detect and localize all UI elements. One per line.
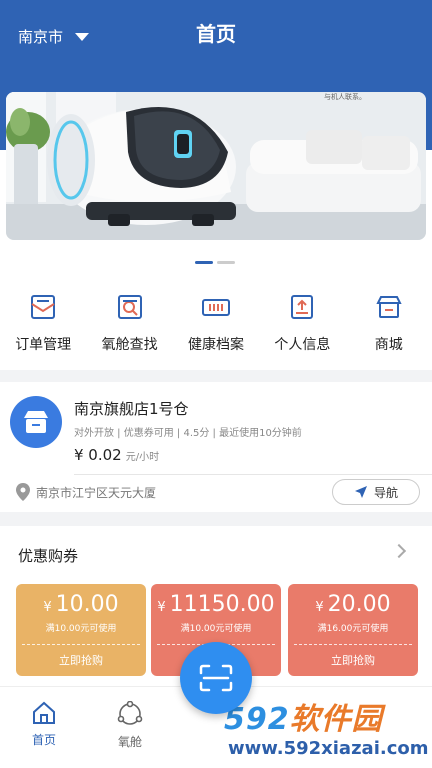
- coupon-amount: ¥11150.00: [157, 592, 275, 617]
- menu-item-cabin-search[interactable]: 氧舱查找: [87, 288, 173, 368]
- menu-item-health-record[interactable]: 健康档案: [173, 288, 259, 368]
- coupon-section-title: 优惠购券: [18, 547, 79, 565]
- navigate-label: 导航: [373, 485, 398, 500]
- coupon-grab-button[interactable]: 立即抢购: [288, 652, 418, 668]
- menu-label: 个人信息: [274, 337, 331, 353]
- shop-icon: [376, 296, 402, 318]
- tab-home[interactable]: 首页: [14, 701, 74, 748]
- coupon-condition: 满10.00元可使用: [45, 624, 117, 634]
- navigation-arrow-icon: [354, 486, 367, 498]
- carousel-dot[interactable]: [195, 261, 213, 264]
- carousel-indicator: [195, 261, 235, 264]
- store-icon: [24, 411, 48, 433]
- store-price: ¥ 0.02 元/小时: [74, 446, 159, 464]
- banner-caption: 与机人联系。: [324, 93, 366, 101]
- personal-info-icon: [291, 295, 314, 319]
- cabin-icon: [117, 701, 143, 725]
- cabin-search-icon: [117, 295, 142, 319]
- address-text: 南京市江宁区天元大厦: [36, 485, 157, 500]
- health-record-icon: [201, 299, 230, 316]
- home-icon: [33, 701, 55, 724]
- store-address: 南京市江宁区天元大厦: [16, 483, 156, 501]
- coupon-amount: ¥20.00: [315, 592, 391, 617]
- order-icon: [31, 295, 56, 319]
- menu-label: 氧舱查找: [101, 337, 158, 353]
- store-name: 南京旗舰店1号仓: [74, 400, 189, 418]
- watermark-logo: 592软件园: [224, 702, 383, 737]
- menu-label: 商城: [374, 337, 403, 353]
- location-pin-icon: [16, 483, 30, 501]
- price-unit: 元/小时: [125, 452, 160, 463]
- tab-label: 氧舱: [117, 735, 142, 749]
- scan-button[interactable]: [180, 642, 252, 714]
- coupon-condition: 满16.00元可使用: [317, 624, 389, 634]
- store-card[interactable]: 南京旗舰店1号仓 对外开放 | 优惠券可用 | 4.5分 | 最近使用10分钟前…: [0, 382, 432, 512]
- page-title: 首页: [196, 22, 236, 46]
- divider: [74, 474, 432, 475]
- store-avatar: [10, 396, 62, 448]
- coupon-grab-button[interactable]: 立即抢购: [16, 652, 146, 668]
- price-value: ¥ 0.02: [74, 446, 122, 464]
- coupon-divider: [294, 644, 412, 645]
- menu-label: 健康档案: [187, 337, 244, 353]
- coupon-condition: 满10.00元可使用: [180, 624, 252, 634]
- menu-label: 订单管理: [15, 337, 72, 353]
- store-meta: 对外开放 | 优惠券可用 | 4.5分 | 最近使用10分钟前: [74, 428, 302, 439]
- scan-icon: [199, 664, 233, 692]
- menu-item-personal-info[interactable]: 个人信息: [259, 288, 345, 368]
- coupon-divider: [22, 644, 140, 645]
- coupon-card[interactable]: ¥20.00 满16.00元可使用 立即抢购: [288, 584, 418, 676]
- quick-menu: 订单管理 氧舱查找 健康档案 个人信息 商城: [0, 288, 432, 368]
- menu-item-shop[interactable]: 商城: [346, 288, 432, 368]
- chevron-right-icon[interactable]: [391, 543, 407, 559]
- tab-cabin[interactable]: 氧舱: [100, 701, 160, 750]
- tab-label: 首页: [31, 733, 56, 747]
- coupon-amount: ¥10.00: [43, 592, 119, 617]
- navigate-button[interactable]: 导航: [332, 479, 420, 505]
- carousel-dot[interactable]: [217, 261, 235, 264]
- site-watermark: 592软件园 www.592xiazai.com: [214, 690, 432, 768]
- oxygen-cabin-banner-image: [6, 92, 426, 240]
- banner-carousel[interactable]: 与机人联系。: [6, 92, 426, 240]
- coupon-card[interactable]: ¥10.00 满10.00元可使用 立即抢购: [16, 584, 146, 676]
- watermark-url: www.592xiazai.com: [228, 738, 429, 759]
- menu-item-orders[interactable]: 订单管理: [0, 288, 86, 368]
